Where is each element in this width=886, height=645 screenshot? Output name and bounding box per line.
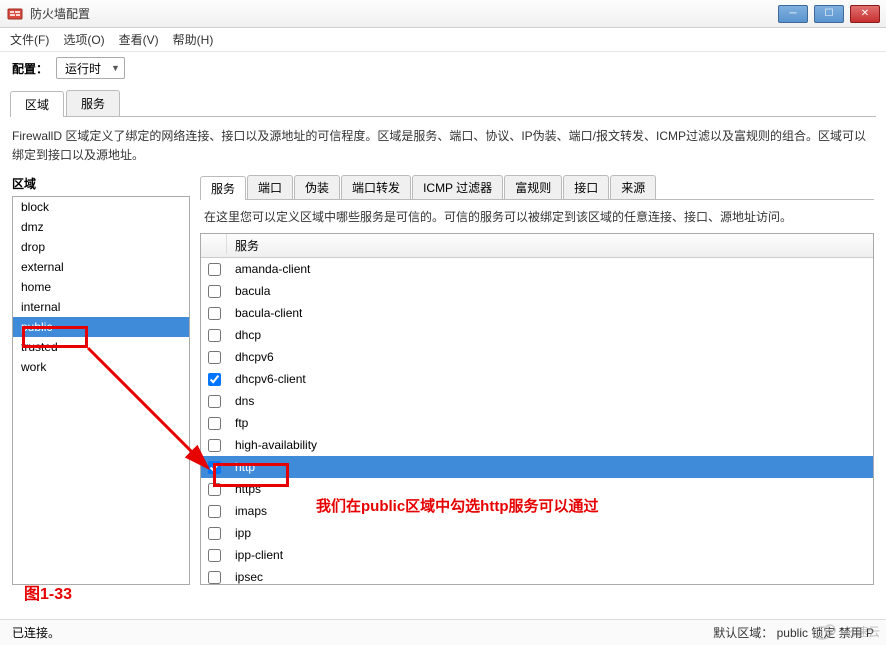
window-title: 防火墙配置 (30, 5, 778, 22)
inner-tab[interactable]: 端口 (247, 175, 293, 199)
services-header: 服务 (201, 234, 873, 258)
annotation-figure-label: 图1-33 (24, 580, 72, 604)
zone-item-trusted[interactable]: trusted (13, 337, 189, 357)
service-checkbox-ftp[interactable] (208, 417, 221, 430)
menu-file[interactable]: 文件(F) (10, 31, 49, 48)
service-checkbox-dhcpv6[interactable] (208, 351, 221, 364)
service-name: dns (227, 394, 873, 408)
service-row-dhcp[interactable]: dhcp (201, 324, 873, 346)
watermark-text: 亿速云 (844, 623, 880, 640)
config-row: 配置： 运行时 ▼ (0, 52, 886, 84)
services-description: 在这里您可以定义区域中哪些服务是可信的。可信的服务可以被绑定到该区域的任意连接、… (204, 208, 870, 225)
annotation-note: 我们在public区域中勾选http服务可以通过 (316, 495, 598, 516)
service-name: dhcpv6 (227, 350, 873, 364)
minimize-button[interactable]: ─ (778, 5, 808, 23)
service-checkbox-ipp-client[interactable] (208, 549, 221, 562)
service-row-dhcpv6[interactable]: dhcpv6 (201, 346, 873, 368)
zone-list[interactable]: blockdmzdropexternalhomeinternalpublictr… (12, 196, 190, 585)
tab-services[interactable]: 服务 (66, 90, 120, 116)
service-checkbox-dns[interactable] (208, 395, 221, 408)
menu-options[interactable]: 选项(O) (63, 31, 104, 48)
right-pane: 服务端口伪装端口转发ICMP 过滤器富规则接口来源 在这里您可以定义区域中哪些服… (200, 175, 874, 585)
config-label: 配置： (12, 60, 48, 77)
service-row-dns[interactable]: dns (201, 390, 873, 412)
service-row-amanda-client[interactable]: amanda-client (201, 258, 873, 280)
services-table: 服务 amanda-client bacula bacula-client dhcp d… (200, 233, 874, 585)
service-checkbox-high-availability[interactable] (208, 439, 221, 452)
outer-tabs: 区域 服务 (10, 90, 876, 117)
service-name: amanda-client (227, 262, 873, 276)
service-name: high-availability (227, 438, 873, 452)
service-name: bacula (227, 284, 873, 298)
service-row-ipsec[interactable]: ipsec (201, 566, 873, 584)
inner-tab[interactable]: 伪装 (294, 175, 340, 199)
inner-tab[interactable]: 来源 (610, 175, 656, 199)
service-row-http[interactable]: http (201, 456, 873, 478)
zones-description: FirewallD 区域定义了绑定的网络连接、接口以及源地址的可信程度。区域是服… (12, 127, 874, 165)
app-icon (6, 5, 24, 23)
zone-item-dmz[interactable]: dmz (13, 217, 189, 237)
inner-tab[interactable]: 接口 (563, 175, 609, 199)
titlebar: 防火墙配置 ─ ☐ ✕ (0, 0, 886, 28)
zone-item-public[interactable]: public (13, 317, 189, 337)
header-checkbox-col (201, 234, 227, 254)
service-row-high-availability[interactable]: high-availability (201, 434, 873, 456)
menu-help[interactable]: 帮助(H) (173, 31, 214, 48)
inner-tab[interactable]: 服务 (200, 176, 246, 200)
service-name: ftp (227, 416, 873, 430)
window-controls: ─ ☐ ✕ (778, 5, 884, 23)
service-checkbox-ipsec[interactable] (208, 571, 221, 584)
watermark: 亿速云 (810, 621, 880, 641)
service-checkbox-ipp[interactable] (208, 527, 221, 540)
service-name: http (227, 460, 873, 474)
service-checkbox-bacula[interactable] (208, 285, 221, 298)
zone-list-title: 区域 (12, 175, 190, 192)
menu-view[interactable]: 查看(V) (119, 31, 159, 48)
service-name: ipp (227, 526, 873, 540)
zone-item-internal[interactable]: internal (13, 297, 189, 317)
close-button[interactable]: ✕ (850, 5, 880, 23)
service-name: dhcp (227, 328, 873, 342)
inner-tab[interactable]: 富规则 (504, 175, 562, 199)
service-row-dhcpv6-client[interactable]: dhcpv6-client (201, 368, 873, 390)
status-connected: 已连接。 (12, 624, 713, 641)
service-name: dhcpv6-client (227, 372, 873, 386)
tab-zones[interactable]: 区域 (10, 91, 64, 117)
config-combo[interactable]: 运行时 ▼ (56, 57, 125, 79)
left-pane: 区域 blockdmzdropexternalhomeinternalpubli… (12, 175, 190, 585)
service-name: ipsec (227, 570, 873, 584)
zone-item-home[interactable]: home (13, 277, 189, 297)
header-service-col: 服务 (227, 234, 873, 257)
services-body[interactable]: amanda-client bacula bacula-client dhcp dhcp… (201, 258, 873, 584)
service-row-ftp[interactable]: ftp (201, 412, 873, 434)
service-row-ipp-client[interactable]: ipp-client (201, 544, 873, 566)
outer-tabrow: 区域 服务 (10, 90, 876, 117)
inner-tabrow: 服务端口伪装端口转发ICMP 过滤器富规则接口来源 (200, 175, 874, 200)
service-name: ipp-client (227, 548, 873, 562)
menubar: 文件(F) 选项(O) 查看(V) 帮助(H) (0, 28, 886, 52)
inner-tab[interactable]: 端口转发 (341, 175, 411, 199)
service-row-bacula[interactable]: bacula (201, 280, 873, 302)
service-checkbox-dhcpv6-client[interactable] (208, 373, 221, 386)
zone-item-block[interactable]: block (13, 197, 189, 217)
service-row-ipp[interactable]: ipp (201, 522, 873, 544)
service-row-bacula-client[interactable]: bacula-client (201, 302, 873, 324)
service-checkbox-amanda-client[interactable] (208, 263, 221, 276)
main-split: 区域 blockdmzdropexternalhomeinternalpubli… (12, 175, 874, 585)
statusbar: 已连接。 默认区域： public 锁定 禁用 P (0, 619, 886, 645)
config-value: 运行时 (65, 60, 101, 77)
service-checkbox-bacula-client[interactable] (208, 307, 221, 320)
service-checkbox-imaps[interactable] (208, 505, 221, 518)
service-checkbox-dhcp[interactable] (208, 329, 221, 342)
zone-item-work[interactable]: work (13, 357, 189, 377)
maximize-button[interactable]: ☐ (814, 5, 844, 23)
service-checkbox-http[interactable] (208, 461, 221, 474)
service-name: bacula-client (227, 306, 873, 320)
zone-item-external[interactable]: external (13, 257, 189, 277)
service-checkbox-https[interactable] (208, 483, 221, 496)
zone-item-drop[interactable]: drop (13, 237, 189, 257)
inner-tab[interactable]: ICMP 过滤器 (412, 175, 503, 199)
chevron-down-icon: ▼ (111, 63, 120, 73)
